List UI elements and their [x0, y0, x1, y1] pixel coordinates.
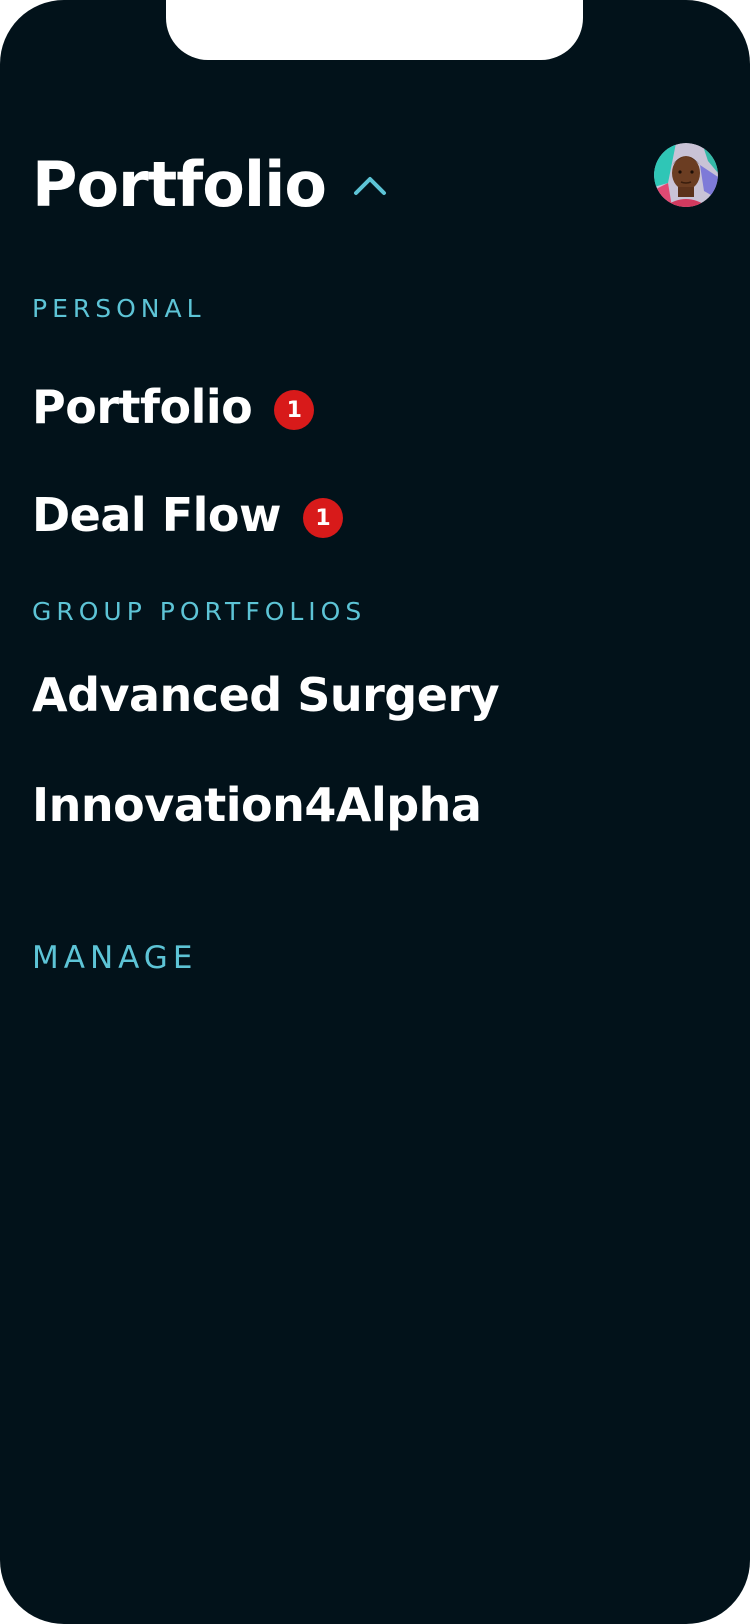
notification-badge: 1 [274, 390, 315, 430]
avatar[interactable] [654, 143, 718, 207]
chevron-up-icon[interactable] [352, 173, 388, 197]
header: Portfolio [32, 148, 388, 221]
nav-item-label: Advanced Surgery [32, 668, 500, 722]
device-notch [166, 0, 583, 60]
nav-item-deal-flow[interactable]: Deal Flow 1 [32, 488, 343, 542]
nav-item-portfolio[interactable]: Portfolio 1 [32, 380, 315, 434]
notification-badge: 1 [303, 498, 343, 538]
nav-item-label: Innovation4Alpha [32, 778, 482, 832]
section-label-personal: PERSONAL [32, 294, 206, 323]
nav-item-innovation4alpha[interactable]: Innovation4Alpha [32, 778, 482, 832]
page-title: Portfolio [32, 148, 327, 221]
nav-item-label: Portfolio [32, 380, 253, 434]
nav-item-label: Deal Flow [32, 488, 282, 542]
section-label-manage: MANAGE [32, 940, 198, 976]
nav-item-advanced-surgery[interactable]: Advanced Surgery [32, 668, 500, 722]
section-label-group-portfolios: GROUP PORTFOLIOS [32, 597, 367, 626]
app-screen: Portfolio PERSONAL Portfolio 1 Deal Flow… [0, 0, 750, 1624]
